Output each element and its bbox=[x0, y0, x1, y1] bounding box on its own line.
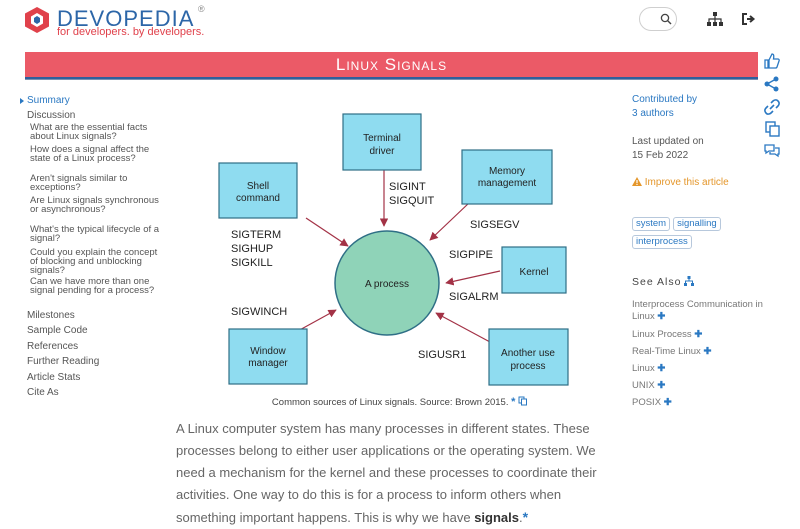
see-also-header: See Also bbox=[632, 276, 772, 288]
plus-icon[interactable]: ✚ bbox=[664, 397, 672, 408]
improve-article-text: Improve this article bbox=[644, 177, 729, 188]
see-also-item[interactable]: Linux ✚ bbox=[632, 363, 767, 380]
toc-summary[interactable]: Summary bbox=[27, 95, 70, 106]
improve-article-link[interactable]: Improve this article bbox=[632, 177, 772, 188]
toc-question[interactable]: How does a signal affect the state of a … bbox=[30, 145, 160, 164]
copy-icon[interactable] bbox=[763, 121, 781, 137]
contributed-by-label: Contributed by bbox=[632, 94, 698, 105]
signal-label-another: SIGUSR1 bbox=[418, 349, 466, 361]
toc-references[interactable]: References bbox=[27, 341, 78, 352]
see-also-item[interactable]: Interprocess Communication in Linux ✚ bbox=[632, 299, 767, 329]
search-icon bbox=[660, 13, 672, 25]
thumbs-up-icon[interactable] bbox=[763, 53, 781, 69]
see-also-item[interactable]: POSIX ✚ bbox=[632, 397, 767, 414]
see-also-item[interactable]: Real-Time Linux ✚ bbox=[632, 346, 767, 363]
toc-further-reading[interactable]: Further Reading bbox=[27, 356, 99, 367]
window-manager-label: Window manager bbox=[248, 346, 288, 369]
sitemap-icon[interactable] bbox=[707, 12, 723, 26]
toc-milestones[interactable]: Milestones bbox=[27, 310, 75, 321]
signal-label-window: SIGWINCH bbox=[231, 306, 287, 318]
toc-question[interactable]: What's the typical lifecycle of a signal… bbox=[30, 225, 160, 244]
last-updated-date: 15 Feb 2022 bbox=[632, 150, 689, 161]
plus-icon[interactable]: ✚ bbox=[657, 380, 665, 391]
authors-link[interactable]: 3 authors bbox=[632, 108, 772, 119]
caret-right-icon bbox=[20, 98, 24, 104]
article-text: A Linux computer system has many process… bbox=[176, 421, 597, 525]
copy-image-icon[interactable] bbox=[518, 396, 528, 406]
citation-star-icon[interactable]: * bbox=[523, 509, 528, 525]
signals-diagram: A process Terminal driver Memory managemen… bbox=[218, 113, 569, 386]
tag-system[interactable]: system bbox=[632, 217, 671, 231]
plus-icon[interactable]: ✚ bbox=[657, 363, 665, 374]
signal-label-kernel-2: SIGALRM bbox=[449, 291, 499, 303]
see-also-list: Interprocess Communication in Linux ✚ Li… bbox=[632, 299, 767, 414]
search-button[interactable] bbox=[639, 7, 677, 31]
table-of-contents: Summary Discussion What are the essentia… bbox=[20, 95, 160, 405]
article-bold-term: signals bbox=[474, 510, 519, 525]
kernel-label: Kernel bbox=[520, 267, 549, 278]
toc-question[interactable]: Could you explain the concept of blockin… bbox=[30, 248, 160, 276]
signal-label-memory: SIGSEGV bbox=[470, 219, 520, 231]
last-updated-label: Last updated on bbox=[632, 136, 704, 147]
toc-article-stats[interactable]: Article Stats bbox=[27, 372, 80, 383]
plus-icon[interactable]: ✚ bbox=[703, 346, 711, 357]
memory-management-box bbox=[461, 149, 553, 205]
see-also-item[interactable]: UNIX ✚ bbox=[632, 380, 767, 397]
registered-mark: ® bbox=[198, 4, 205, 14]
signal-label-kernel-1: SIGPIPE bbox=[449, 249, 493, 261]
plus-icon[interactable]: ✚ bbox=[694, 329, 702, 340]
citation-star-icon[interactable]: * bbox=[511, 396, 515, 408]
tag-signalling[interactable]: signalling bbox=[673, 217, 721, 231]
title-bar-stripe-thin bbox=[25, 79, 758, 80]
login-icon[interactable] bbox=[741, 12, 757, 26]
diagram-caption: Common sources of Linux signals. Source:… bbox=[210, 396, 590, 408]
process-label: A process bbox=[365, 279, 409, 290]
toc-discussion[interactable]: Discussion bbox=[27, 110, 75, 121]
signal-label-shell: SIGTERM SIGHUP SIGKILL bbox=[231, 229, 281, 269]
toc-question[interactable]: Aren't signals similar to exceptions? bbox=[30, 174, 160, 193]
tags: system signalling interprocess bbox=[632, 217, 762, 253]
contributors-section: Contributed by 3 authors bbox=[632, 94, 772, 119]
see-also-title: See Also bbox=[632, 276, 682, 288]
caption-text: Common sources of Linux signals. Source:… bbox=[271, 397, 509, 408]
tag-interprocess[interactable]: interprocess bbox=[632, 235, 692, 249]
toc-cite-as[interactable]: Cite As bbox=[27, 387, 59, 398]
toc-question[interactable]: Can we have more than one signal pending… bbox=[30, 277, 160, 296]
sitemap-small-icon[interactable] bbox=[684, 276, 695, 286]
tagline: for developers. by developers. bbox=[57, 26, 205, 38]
plus-icon[interactable]: ✚ bbox=[657, 311, 665, 322]
warning-icon bbox=[632, 177, 642, 186]
article-paragraph: A Linux computer system has many process… bbox=[176, 418, 616, 529]
toc-question[interactable]: What are the essential facts about Linux… bbox=[30, 123, 160, 142]
signal-label-terminal: SIGINT SIGQUIT bbox=[389, 181, 435, 207]
see-also-item[interactable]: Linux Process ✚ bbox=[632, 329, 767, 346]
last-updated-section: Last updated on 15 Feb 2022 bbox=[632, 136, 772, 161]
share-icon[interactable] bbox=[763, 76, 781, 92]
devopedia-logo-icon[interactable] bbox=[24, 6, 50, 34]
page-title: Linux Signals bbox=[335, 55, 448, 74]
toc-sample-code[interactable]: Sample Code bbox=[27, 325, 88, 336]
toc-question[interactable]: Are Linux signals synchronous or asynchr… bbox=[30, 196, 160, 215]
